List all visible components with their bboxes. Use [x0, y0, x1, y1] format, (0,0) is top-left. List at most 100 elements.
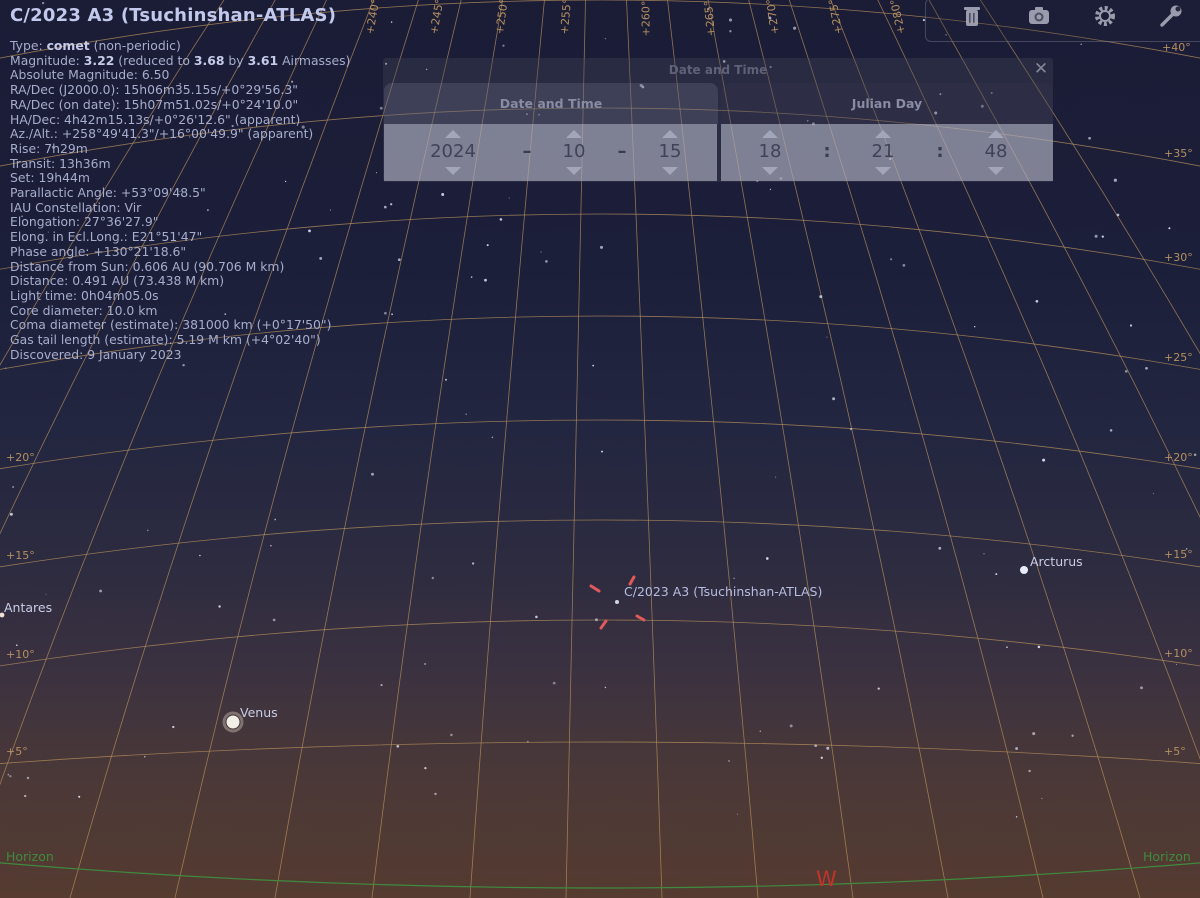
background-star — [1006, 646, 1008, 649]
info-line: Coma diameter (estimate): 381000 km (+0°… — [10, 317, 332, 333]
year-down-icon[interactable] — [445, 167, 461, 175]
year-value: 2024 — [430, 141, 476, 162]
background-star — [431, 576, 434, 580]
object-info-panel: Type: comet (non-periodic) Magnitude: 3.… — [10, 38, 351, 362]
background-star — [1080, 43, 1082, 46]
background-star — [396, 744, 400, 748]
date-separator: – — [617, 141, 627, 162]
alt-label-30-right: +30° — [1164, 251, 1193, 264]
alt-label-5-left: +5° — [6, 745, 28, 758]
comet-label[interactable]: C/2023 A3 (Tsuchinshan-ATLAS) — [624, 584, 822, 599]
background-star — [499, 218, 503, 221]
venus-planet[interactable] — [226, 715, 240, 729]
tab-julian-day[interactable]: Julian Day — [721, 83, 1053, 124]
background-star — [424, 766, 427, 770]
minute-up-icon[interactable] — [875, 130, 891, 138]
background-star — [1088, 136, 1091, 140]
background-star — [1094, 234, 1098, 238]
background-star — [526, 740, 529, 743]
background-star — [41, 1, 45, 5]
background-star — [789, 724, 793, 728]
arcturus-star[interactable] — [1020, 566, 1028, 574]
day-down-icon[interactable] — [662, 167, 678, 175]
cardinal-west-label: W — [816, 867, 837, 891]
altitude-line — [0, 741, 1200, 764]
year-spinner[interactable]: 2024 — [415, 124, 491, 181]
info-line: Az./Alt.: +258°49'41.3"/+16°00'49.9" (ap… — [10, 126, 314, 142]
info-line: Transit: 13h36m — [10, 155, 111, 171]
camera-icon[interactable] — [1026, 3, 1052, 29]
top-toolbar — [925, 0, 1200, 42]
info-line: Elongation: 27°36'27.9" — [10, 214, 159, 230]
background-star — [450, 733, 453, 737]
info-line: Distance from Sun: 0.606 AU (90.706 M km… — [10, 258, 285, 274]
info-line: RA/Dec (on date): 15h07m51.02s/+0°24'10.… — [10, 96, 299, 112]
second-up-icon[interactable] — [988, 130, 1004, 138]
alt-label-5-right: +5° — [1164, 745, 1186, 758]
info-line: Distance: 0.491 AU (73.438 M km) — [10, 273, 225, 289]
info-line: Set: 19h44m — [10, 170, 90, 186]
background-star — [1041, 797, 1043, 800]
hour-value: 18 — [758, 141, 782, 162]
background-star — [375, 172, 378, 174]
background-star — [384, 205, 387, 209]
comet-object[interactable] — [615, 600, 619, 604]
background-star — [24, 794, 27, 798]
tab-date-and-time[interactable]: Date and Time — [384, 83, 718, 124]
background-star — [182, 363, 185, 367]
selection-tick-tl — [589, 584, 601, 593]
info-magnitude: Magnitude: 3.22 (reduced to 3.68 by 3.61… — [10, 52, 351, 68]
year-up-icon[interactable] — [445, 130, 461, 138]
info-line: Elong. in Ecl.Long.: E21°51'47" — [10, 229, 203, 245]
background-star — [1035, 299, 1039, 303]
arcturus-label[interactable]: Arcturus — [1030, 554, 1083, 569]
time-panel: 18 : 21 : 48 — [721, 124, 1053, 181]
background-star — [390, 203, 393, 206]
background-star — [890, 258, 893, 261]
hour-up-icon[interactable] — [762, 130, 778, 138]
time-separator: : — [936, 141, 944, 162]
day-up-icon[interactable] — [662, 130, 678, 138]
second-value: 48 — [984, 141, 1008, 162]
background-star — [938, 546, 942, 550]
minute-down-icon[interactable] — [875, 167, 891, 175]
month-up-icon[interactable] — [566, 130, 582, 138]
settings-icon[interactable] — [1092, 3, 1118, 29]
month-down-icon[interactable] — [566, 167, 582, 175]
background-star — [759, 730, 762, 732]
background-star — [272, 618, 276, 622]
info-line: Parallactic Angle: +53°09'48.5" — [10, 185, 206, 201]
background-star — [470, 276, 473, 278]
trash-icon[interactable] — [959, 3, 985, 29]
alt-label-35-right: +35° — [1164, 147, 1193, 160]
background-star — [826, 336, 828, 338]
venus-label[interactable]: Venus — [240, 705, 278, 720]
alt-label-10-left: +10° — [6, 648, 35, 661]
background-star — [820, 756, 823, 759]
minute-spinner[interactable]: 21 — [858, 124, 908, 181]
month-value: 10 — [562, 141, 586, 162]
day-spinner[interactable]: 15 — [645, 124, 695, 181]
second-down-icon[interactable] — [988, 167, 1004, 175]
background-star — [1175, 664, 1177, 666]
background-star — [1032, 732, 1036, 736]
hour-spinner[interactable]: 18 — [745, 124, 795, 181]
background-star — [172, 725, 175, 729]
wrench-icon[interactable] — [1158, 3, 1184, 29]
background-star — [1145, 366, 1148, 370]
background-star — [371, 472, 374, 476]
background-star — [99, 589, 102, 593]
antares-label[interactable]: Antares — [4, 600, 52, 615]
background-star — [592, 364, 595, 367]
background-star — [1028, 769, 1031, 773]
hour-down-icon[interactable] — [762, 167, 778, 175]
horizon-label-right: Horizon — [1143, 849, 1191, 864]
time-separator: : — [823, 141, 831, 162]
info-line: IAU Constellation: Vir — [10, 199, 142, 215]
second-spinner[interactable]: 48 — [971, 124, 1021, 181]
month-spinner[interactable]: 10 — [549, 124, 599, 181]
alt-label-20-left: +20° — [6, 451, 35, 464]
background-star — [1116, 213, 1120, 217]
background-star — [1140, 686, 1143, 690]
close-icon[interactable]: ✕ — [1031, 58, 1051, 80]
